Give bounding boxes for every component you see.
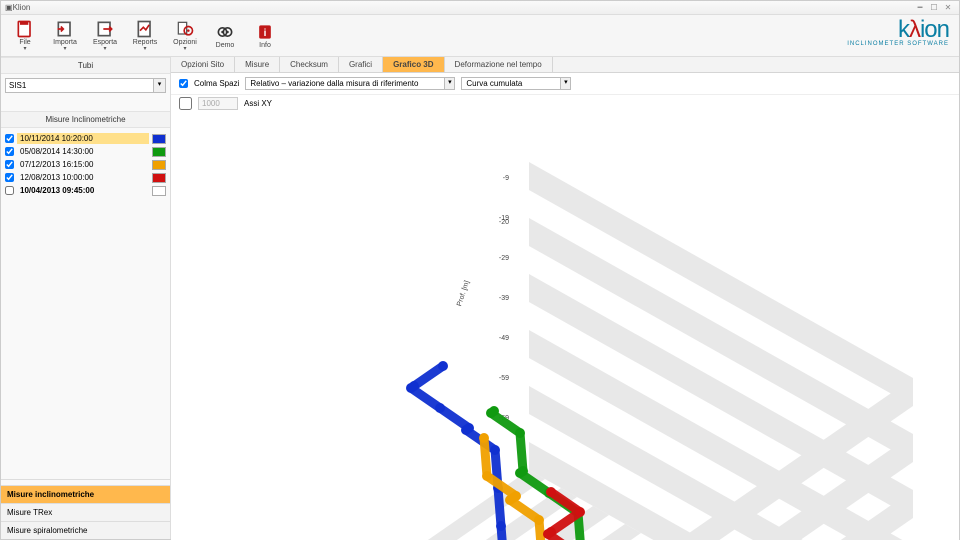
app-window: ▣ Klion ━ ☐ ✕ File▾ Importa▾ Esporta▾ Re… (0, 0, 960, 540)
measurement-list: 10/11/2014 10:20:00 05/08/2014 14:30:00 07… (1, 128, 170, 201)
file-icon (15, 19, 35, 39)
measurement-row[interactable]: 12/08/2013 10:00:00 (5, 171, 166, 184)
measurement-checkbox[interactable] (5, 186, 14, 195)
reports-button[interactable]: Reports▾ (125, 17, 165, 54)
measurement-checkbox[interactable] (5, 147, 14, 156)
info-icon: i (255, 22, 275, 42)
info-button[interactable]: i Info (245, 17, 285, 54)
measurement-row[interactable]: 07/12/2013 16:15:00 (5, 158, 166, 171)
measurement-label: 10/11/2014 10:20:00 (17, 133, 149, 144)
curve-combo[interactable]: Curva cumulata▾ (461, 77, 571, 90)
tab-opzioni-sito[interactable]: Opzioni Sito (171, 57, 235, 72)
tab-misure[interactable]: Misure (235, 57, 280, 72)
svg-text:Prof. [m]: Prof. [m] (456, 280, 471, 307)
measurement-row[interactable]: 10/04/2013 09:45:00 (5, 184, 166, 197)
titlebar: ▣ Klion ━ ☐ ✕ (1, 1, 959, 15)
main-panel: Opzioni Sito Misure Checksum Grafici Gra… (171, 57, 959, 539)
svg-text:-20: -20 (499, 219, 509, 226)
colma-spazi-checkbox[interactable] (179, 79, 188, 88)
measurement-label: 12/08/2013 10:00:00 (17, 172, 149, 183)
color-swatch (152, 186, 166, 196)
sidebar: Tubi ▾ Misure Inclinometriche 10/11/2014… (1, 57, 171, 539)
measurement-label: 10/04/2013 09:45:00 (17, 185, 149, 196)
importa-button[interactable]: Importa▾ (45, 17, 85, 54)
measurement-checkbox[interactable] (5, 160, 14, 169)
chart-canvas: -69-59-49-39-29-19-9-20-9-19-29-39-49-59… (175, 116, 955, 540)
close-button[interactable]: ✕ (941, 3, 955, 12)
colma-spazi-label: Colma Spazi (194, 79, 239, 88)
svg-text:-49: -49 (499, 335, 509, 342)
svg-text:-9: -9 (503, 175, 509, 182)
assi-label: Assi XY (244, 99, 272, 108)
misure-panel-title: Misure Inclinometriche (1, 111, 170, 128)
svg-text:i: i (264, 28, 267, 39)
stack-inclino[interactable]: Misure inclinometriche (1, 485, 170, 503)
chart-option-bar-2: 1000 Assi XY (171, 95, 959, 112)
tubi-select[interactable] (5, 78, 154, 93)
measurement-row[interactable]: 05/08/2014 14:30:00 (5, 145, 166, 158)
brand-logo: kλion INCLINOMETER SOFTWARE (847, 19, 949, 47)
tab-deformazione[interactable]: Deformazione nel tempo (445, 57, 553, 72)
mode-combo[interactable]: Relativo – variazione dalla misura di ri… (245, 77, 455, 90)
tab-checksum[interactable]: Checksum (280, 57, 339, 72)
tab-grafico3d[interactable]: Grafico 3D (383, 57, 444, 72)
stack-spiral[interactable]: Misure spiralometriche (1, 521, 170, 539)
demo-icon (215, 22, 235, 42)
options-icon (175, 19, 195, 39)
svg-text:-39: -39 (499, 295, 509, 302)
tab-grafici[interactable]: Grafici (339, 57, 383, 72)
stack-trex[interactable]: Misure TRex (1, 503, 170, 521)
num-field[interactable]: 1000 (198, 97, 238, 110)
measurement-label: 05/08/2014 14:30:00 (17, 146, 149, 157)
chart-option-bar: Colma Spazi Relativo – variazione dalla … (171, 73, 959, 95)
svg-text:-29: -29 (499, 255, 509, 262)
maximize-button[interactable]: ☐ (927, 3, 941, 12)
svg-text:-59: -59 (499, 375, 509, 382)
export-icon (95, 19, 115, 39)
color-swatch (152, 173, 166, 183)
opzioni-button[interactable]: Opzioni▾ (165, 17, 205, 54)
minimize-button[interactable]: ━ (913, 3, 927, 12)
esporta-button[interactable]: Esporta▾ (85, 17, 125, 54)
demo-button[interactable]: Demo (205, 17, 245, 54)
color-swatch (152, 134, 166, 144)
file-button[interactable]: File▾ (5, 17, 45, 54)
tubi-panel-title: Tubi (1, 57, 170, 74)
sidebar-stack: Misure inclinometriche Misure TRex Misur… (1, 479, 170, 539)
reports-icon (135, 19, 155, 39)
measurement-checkbox[interactable] (5, 134, 14, 143)
tubi-dropdown-icon[interactable]: ▾ (154, 78, 166, 93)
tabs: Opzioni Sito Misure Checksum Grafici Gra… (171, 57, 959, 73)
color-swatch (152, 160, 166, 170)
import-icon (55, 19, 75, 39)
main-toolbar: File▾ Importa▾ Esporta▾ Reports▾ Opzioni… (1, 15, 959, 57)
num-checkbox[interactable] (179, 97, 192, 110)
app-title: Klion (13, 3, 31, 12)
chart-3d[interactable]: -69-59-49-39-29-19-9-20-9-19-29-39-49-59… (171, 112, 959, 540)
measurement-checkbox[interactable] (5, 173, 14, 182)
measurement-label: 07/12/2013 16:15:00 (17, 159, 149, 170)
color-swatch (152, 147, 166, 157)
app-icon: ▣ (5, 3, 13, 12)
measurement-row[interactable]: 10/11/2014 10:20:00 (5, 132, 166, 145)
